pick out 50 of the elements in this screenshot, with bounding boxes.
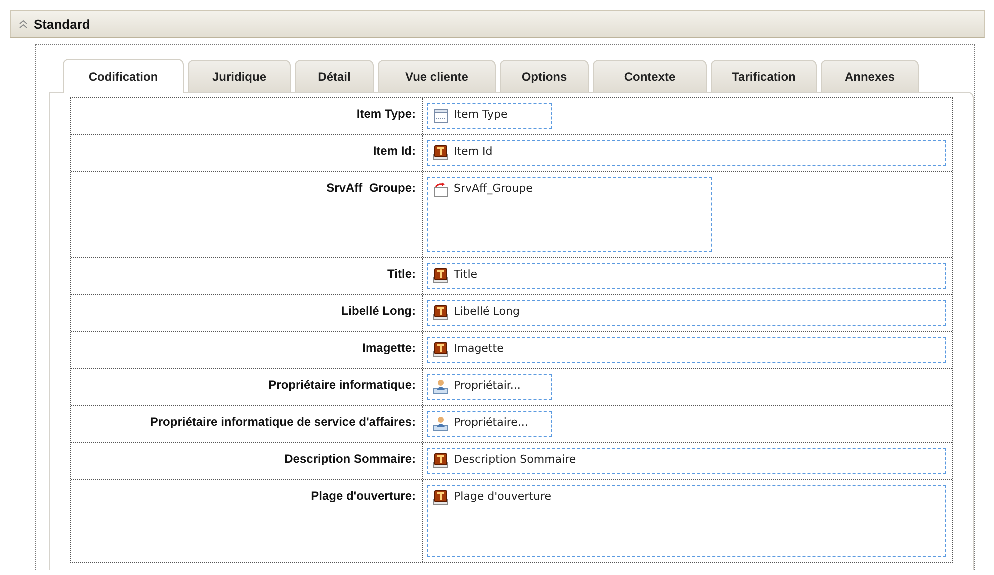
field-label: Imagette:	[362, 341, 416, 355]
field-value: Propriétair...	[454, 379, 521, 392]
field-label: SrvAff_Groupe:	[326, 181, 416, 195]
user-icon	[433, 416, 449, 432]
field-label: Title:	[388, 267, 416, 281]
input-field[interactable]: Description Sommaire	[427, 448, 946, 474]
field-label: Item Type:	[356, 107, 416, 121]
field-value: Libellé Long	[454, 305, 520, 318]
tab[interactable]: Tarification	[711, 60, 817, 92]
field-label: Description Sommaire:	[284, 452, 416, 466]
tab[interactable]: Vue cliente	[378, 60, 496, 92]
text-icon	[433, 453, 449, 469]
input-field[interactable]: Imagette	[427, 337, 946, 363]
field-value: Plage d'ouverture	[454, 490, 552, 503]
input-field[interactable]: SrvAff_Groupe	[427, 177, 712, 252]
input-field[interactable]: Title	[427, 263, 946, 289]
field-label: Libellé Long:	[341, 304, 416, 318]
text-icon	[433, 342, 449, 358]
field-label: Plage d'ouverture:	[311, 489, 416, 503]
text-icon	[433, 305, 449, 321]
document-icon	[433, 108, 449, 124]
input-field[interactable]: Plage d'ouverture	[427, 485, 946, 557]
input-field[interactable]: Libellé Long	[427, 300, 946, 326]
text-icon	[433, 145, 449, 161]
tab[interactable]: Contexte	[593, 60, 707, 92]
field-value: Description Sommaire	[454, 453, 576, 466]
text-icon	[433, 490, 449, 506]
text-icon	[433, 268, 449, 284]
tab[interactable]: Codification	[63, 59, 184, 93]
field-label: Propriétaire informatique de service d'affaires:	[150, 415, 416, 429]
input-field[interactable]: Propriétaire...	[427, 411, 552, 437]
field-value: SrvAff_Groupe	[454, 182, 533, 195]
arrow-document-icon	[433, 182, 449, 198]
tab[interactable]: Juridique	[188, 60, 291, 92]
section-title: Standard	[34, 16, 90, 32]
field-label: Item Id:	[373, 144, 416, 158]
field-value: Item Id	[454, 145, 493, 158]
field-value: Propriétaire...	[454, 416, 528, 429]
input-field[interactable]: Item Type	[427, 103, 552, 129]
field-value: Item Type	[454, 108, 508, 121]
user-icon	[433, 379, 449, 395]
input-field[interactable]: Item Id	[427, 140, 946, 166]
field-label: Propriétaire informatique:	[268, 378, 416, 392]
collapse-icon[interactable]	[19, 20, 28, 28]
input-field[interactable]: Propriétair...	[427, 374, 552, 400]
tab[interactable]: Annexes	[821, 60, 919, 92]
field-value: Title	[454, 268, 478, 281]
field-value: Imagette	[454, 342, 504, 355]
tab[interactable]: Détail	[295, 60, 374, 92]
tab[interactable]: Options	[500, 60, 589, 92]
